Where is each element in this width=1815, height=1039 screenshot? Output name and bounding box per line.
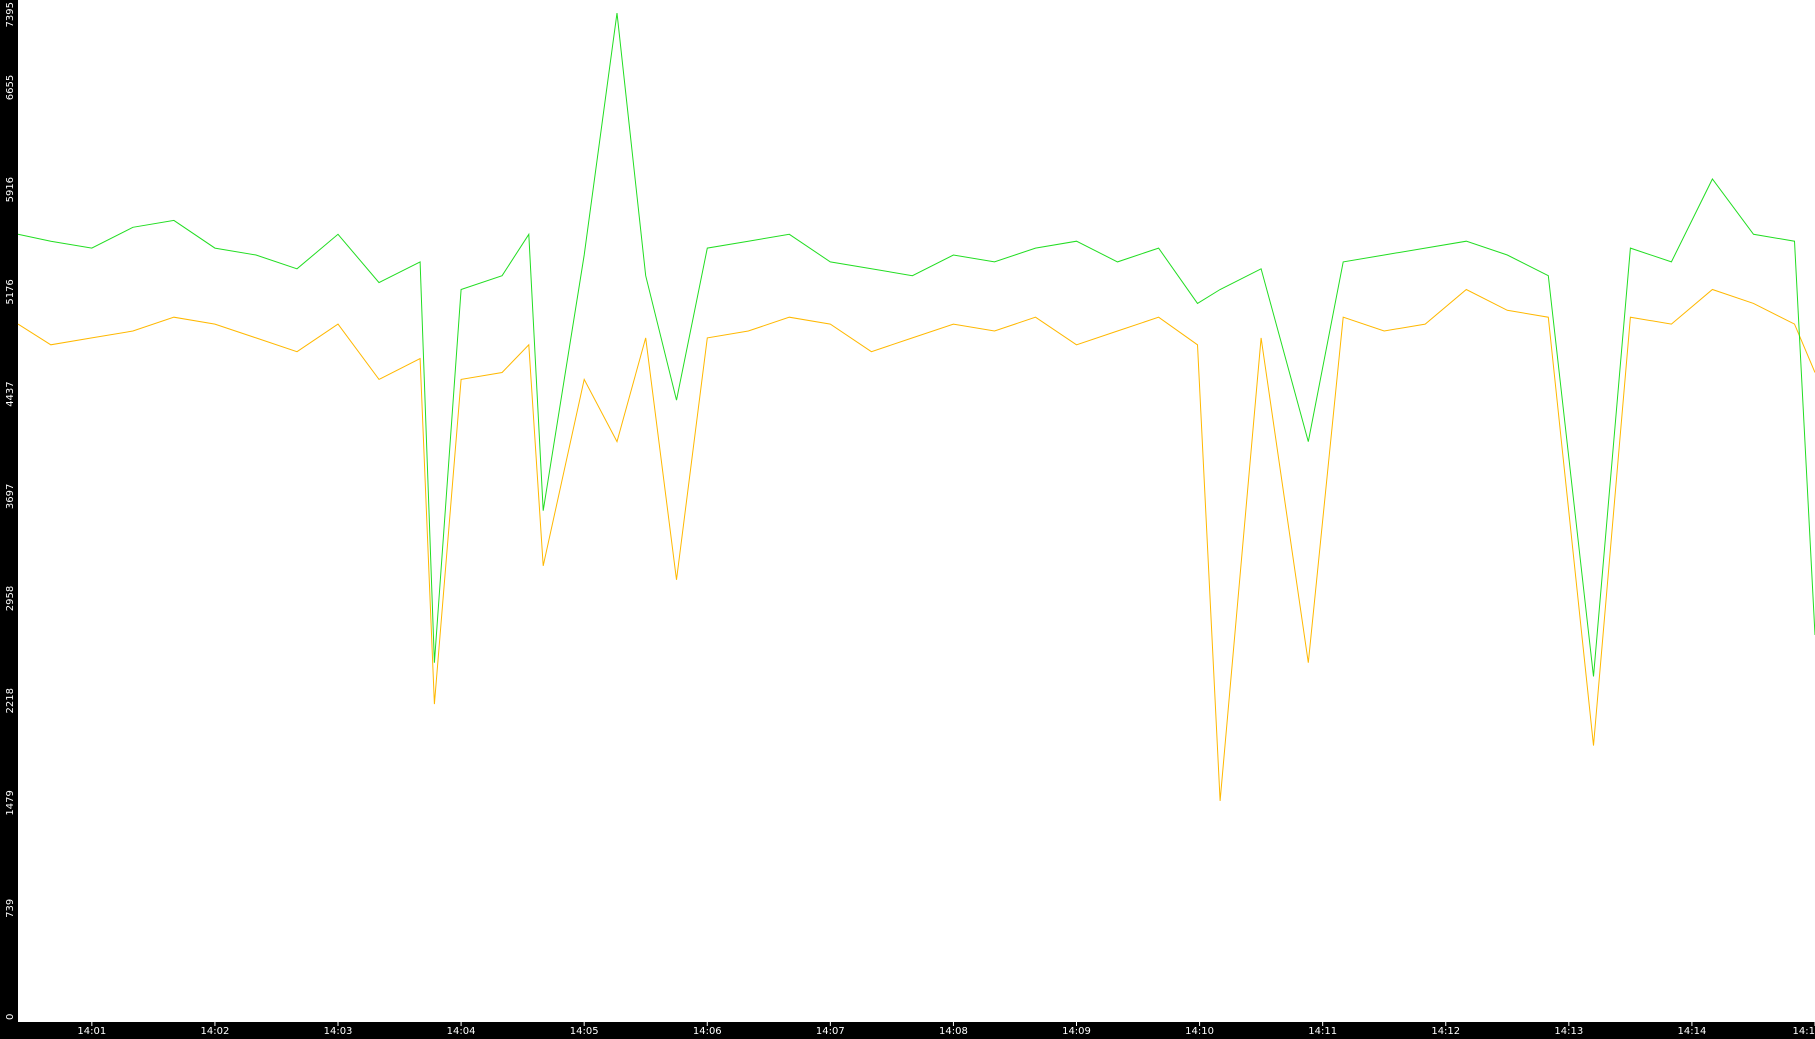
x-tick-label: 14:01 bbox=[77, 1026, 106, 1037]
x-tick-label: 14:06 bbox=[693, 1026, 722, 1037]
y-tick-label: 5916 bbox=[5, 177, 16, 202]
x-tick-label: 14:11 bbox=[1308, 1026, 1337, 1037]
x-tick-label: 14:13 bbox=[1554, 1026, 1583, 1037]
y-tick-label: 0 bbox=[5, 1014, 16, 1020]
x-tick-label: 14:08 bbox=[939, 1026, 968, 1037]
y-tick-label: 4437 bbox=[5, 381, 16, 406]
y-tick-label: 5176 bbox=[5, 279, 16, 304]
x-tick-label: 14:09 bbox=[1062, 1026, 1091, 1037]
line-chart: 0 739 1479 2218 2958 3697 4437 5176 5916 6655 7395… bbox=[0, 0, 1815, 1039]
x-tick-label: 14:05 bbox=[570, 1026, 599, 1037]
y-tick-label: 2958 bbox=[5, 586, 16, 611]
chart-container: 0 739 1479 2218 2958 3697 4437 5176 5916 6655 7395… bbox=[0, 0, 1815, 1039]
x-tick-label: 14:12 bbox=[1431, 1026, 1460, 1037]
y-tick-label: 6655 bbox=[5, 75, 16, 100]
x-tick-label: 14:04 bbox=[447, 1026, 476, 1037]
y-tick-label: 739 bbox=[5, 899, 16, 918]
y-tick-label: 2218 bbox=[5, 688, 16, 713]
y-tick-label: 1479 bbox=[5, 790, 16, 815]
x-tick-label: 14:1 bbox=[1793, 1026, 1815, 1037]
x-tick-label: 14:02 bbox=[201, 1026, 230, 1037]
y-tick-label: 3697 bbox=[5, 484, 16, 509]
y-tick-label: 7395 bbox=[5, 2, 16, 27]
x-tick-label: 14:14 bbox=[1678, 1026, 1707, 1037]
plot-area bbox=[18, 0, 1815, 1022]
x-tick-label: 14:10 bbox=[1185, 1026, 1214, 1037]
x-tick-label: 14:07 bbox=[816, 1026, 845, 1037]
x-tick-label: 14:03 bbox=[324, 1026, 353, 1037]
